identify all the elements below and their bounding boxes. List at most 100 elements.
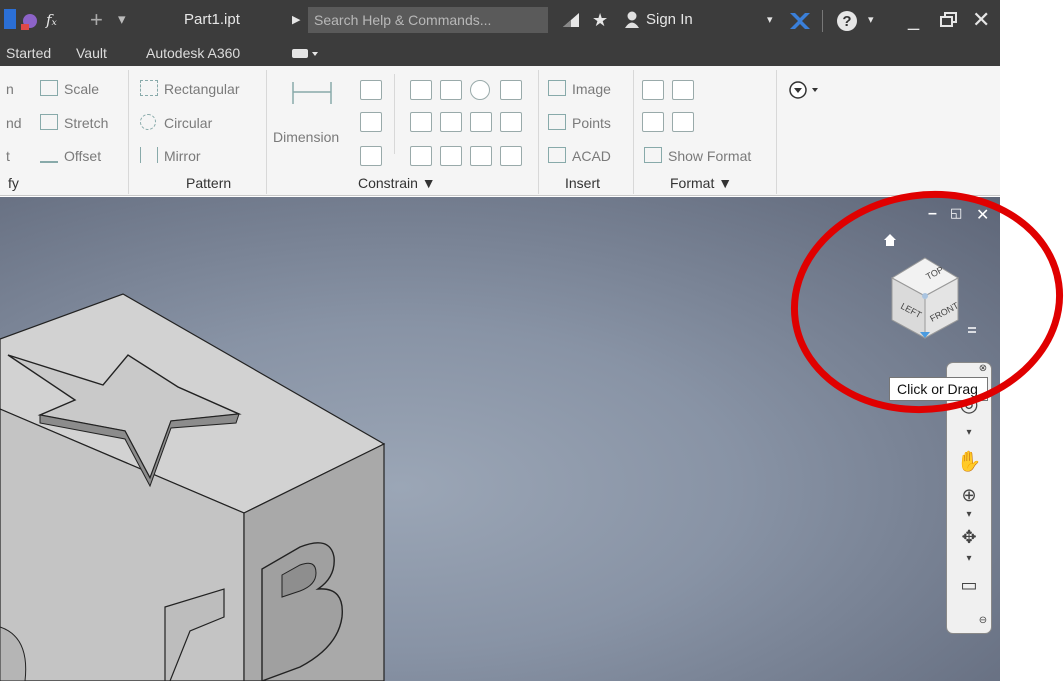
fx-icon[interactable]: 𝑓ₓ bbox=[46, 0, 57, 40]
navbar-options-icon[interactable]: ⊖ bbox=[977, 615, 989, 626]
centerpoint-icon[interactable] bbox=[642, 112, 664, 132]
acad-label: ACAD bbox=[572, 148, 611, 164]
insert-points-button[interactable]: Points bbox=[548, 114, 611, 132]
pattern-group-label[interactable]: Pattern bbox=[186, 174, 231, 192]
insert-image-button[interactable]: Image bbox=[548, 80, 611, 98]
zoom-dropdown-icon[interactable]: ▾ bbox=[947, 509, 991, 520]
parallel-icon[interactable] bbox=[410, 112, 432, 132]
viewcube-menu-icon bbox=[968, 327, 976, 333]
autodesk-exchange-icon[interactable] bbox=[788, 11, 812, 31]
driven-dimension-icon[interactable] bbox=[672, 80, 694, 100]
stretch-button[interactable]: Stretch bbox=[40, 114, 108, 132]
ribbon-item-partial-3[interactable]: t bbox=[6, 147, 10, 165]
ribbon-display-toggle-icon[interactable] bbox=[292, 48, 320, 60]
show-format-icon bbox=[644, 147, 662, 163]
graphics-viewport[interactable] bbox=[0, 197, 1000, 681]
orbit-dropdown-icon[interactable]: ▾ bbox=[947, 553, 991, 564]
circular-pattern-button[interactable]: Circular bbox=[140, 114, 212, 132]
viewcube-graphic[interactable]: TOP LEFT FRONT bbox=[870, 228, 980, 348]
zoom-icon[interactable]: ⊕ bbox=[947, 485, 991, 506]
tangent-icon[interactable] bbox=[410, 146, 432, 166]
ribbon-separator bbox=[394, 74, 395, 154]
constraint-icon[interactable] bbox=[360, 112, 382, 132]
symmetric-icon[interactable] bbox=[470, 146, 492, 166]
steering-wheel-dropdown-icon[interactable]: ▾ bbox=[947, 427, 991, 438]
lock-icon[interactable] bbox=[500, 80, 522, 100]
help-dropdown-icon[interactable]: ▾ bbox=[868, 0, 874, 40]
navbar-close-icon[interactable]: ⊗ bbox=[977, 363, 989, 374]
subscription-icon[interactable] bbox=[561, 11, 581, 29]
search-input[interactable]: Search Help & Commands... bbox=[308, 7, 548, 33]
coincident-icon[interactable] bbox=[410, 80, 432, 100]
circular-label: Circular bbox=[164, 115, 213, 131]
constraint-icon[interactable] bbox=[360, 80, 382, 100]
sign-in-link[interactable]: Sign In bbox=[646, 0, 693, 40]
ribbon-separator bbox=[776, 70, 777, 194]
centerline-icon[interactable] bbox=[672, 112, 694, 132]
ribbon-separator bbox=[266, 70, 267, 194]
favorites-star-icon[interactable]: ★ bbox=[592, 0, 608, 40]
viewcube[interactable]: TOP LEFT FRONT bbox=[870, 228, 980, 348]
plus-icon[interactable]: + bbox=[90, 0, 103, 40]
home-icon bbox=[884, 234, 896, 246]
sketch-icon[interactable] bbox=[18, 10, 40, 32]
points-icon bbox=[548, 114, 566, 130]
tab-getting-started[interactable]: Started bbox=[6, 40, 51, 66]
insert-acad-button[interactable]: ACAD bbox=[548, 147, 611, 165]
concentric-icon[interactable] bbox=[470, 80, 490, 100]
viewcube-tooltip: Click or Drag bbox=[889, 377, 988, 401]
mirror-icon bbox=[140, 147, 158, 163]
construction-icon[interactable] bbox=[642, 80, 664, 100]
collinear-icon[interactable] bbox=[440, 80, 462, 100]
rectangular-pattern-button[interactable]: Rectangular bbox=[140, 80, 240, 98]
user-icon[interactable] bbox=[624, 11, 640, 29]
viewport-minimize-icon[interactable]: – bbox=[928, 205, 937, 223]
mirror-button[interactable]: Mirror bbox=[140, 147, 201, 165]
orbit-icon[interactable]: ✥ bbox=[947, 527, 991, 548]
restore-icon[interactable] bbox=[940, 12, 958, 28]
horizontal-icon[interactable] bbox=[470, 112, 492, 132]
viewport-restore-icon[interactable]: ◱ bbox=[950, 205, 962, 221]
minimize-icon[interactable]: _ bbox=[908, 0, 919, 40]
constraint-icon[interactable] bbox=[360, 146, 382, 166]
window-background bbox=[1000, 0, 1064, 681]
viewport-window-controls: – ◱ ✕ bbox=[928, 205, 998, 225]
panel-overflow-icon[interactable] bbox=[788, 80, 824, 102]
scale-icon bbox=[40, 80, 58, 96]
sign-in-dropdown-icon[interactable]: ▾ bbox=[767, 0, 773, 40]
title-bar: 𝑓ₓ + ▾ Part1.ipt ▶ Search Help & Command… bbox=[0, 0, 1000, 40]
customize-qat-icon[interactable]: ▾ bbox=[118, 0, 126, 40]
equal-icon[interactable] bbox=[500, 146, 522, 166]
app-icon[interactable] bbox=[4, 9, 16, 29]
pan-icon[interactable]: ✋ bbox=[947, 449, 991, 474]
perpendicular-icon[interactable] bbox=[440, 112, 462, 132]
dimension-button[interactable]: Dimension bbox=[273, 128, 339, 146]
titlebar-separator bbox=[822, 10, 823, 32]
offset-button[interactable]: Offset bbox=[40, 147, 101, 165]
ribbon-separator bbox=[128, 70, 129, 194]
vertical-icon[interactable] bbox=[500, 112, 522, 132]
search-expand-icon[interactable]: ▶ bbox=[292, 0, 300, 40]
help-icon[interactable]: ? bbox=[836, 10, 858, 32]
smooth-icon[interactable] bbox=[440, 146, 462, 166]
3d-model-cube[interactable] bbox=[0, 197, 1000, 681]
show-format-label: Show Format bbox=[668, 148, 752, 164]
scale-button[interactable]: Scale bbox=[40, 80, 99, 98]
close-icon[interactable]: ✕ bbox=[972, 0, 990, 40]
tab-autodesk-a360[interactable]: Autodesk A360 bbox=[146, 40, 240, 66]
navigation-bar: ⊗ ◎ ▾ ✋ ⊕ ▾ ✥ ▾ ▭ ⊖ bbox=[946, 362, 992, 634]
viewport-close-icon[interactable]: ✕ bbox=[976, 205, 989, 225]
offset-label: Offset bbox=[64, 148, 102, 164]
insert-group-label[interactable]: Insert bbox=[565, 174, 600, 192]
svg-text:?: ? bbox=[842, 13, 851, 30]
modify-group-label[interactable]: fy bbox=[8, 174, 19, 192]
look-at-icon[interactable]: ▭ bbox=[947, 575, 991, 596]
show-format-button[interactable]: Show Format bbox=[644, 147, 751, 165]
mirror-label: Mirror bbox=[164, 148, 201, 164]
format-group-label[interactable]: Format ▼ bbox=[670, 174, 732, 192]
tab-vault[interactable]: Vault bbox=[76, 40, 107, 66]
constrain-group-label[interactable]: Constrain ▼ bbox=[358, 174, 436, 192]
ribbon-tab-bar: Started Vault Autodesk A360 bbox=[0, 40, 1000, 66]
ribbon-item-partial-2[interactable]: nd bbox=[6, 114, 22, 132]
ribbon-item-partial-1[interactable]: n bbox=[6, 80, 14, 98]
